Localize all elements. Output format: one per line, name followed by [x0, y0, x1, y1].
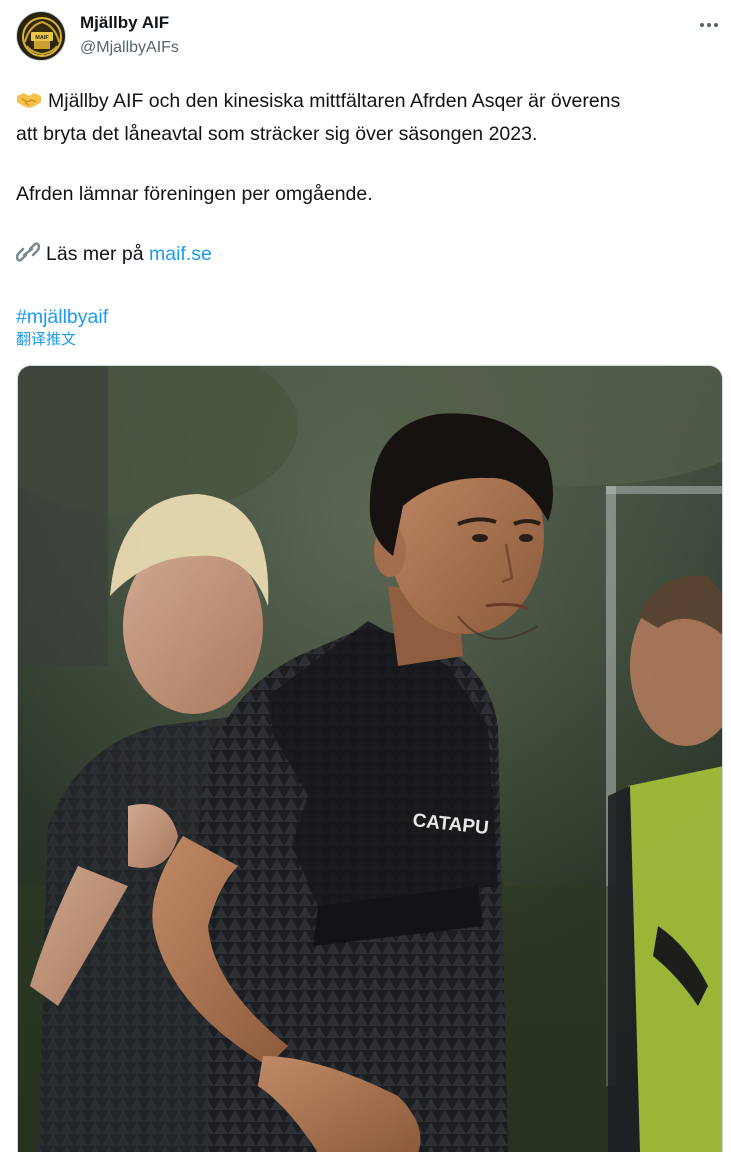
tweet-text-line-1: Mjällby AIF och den kinesiska mittfältar… [48, 90, 621, 112]
hashtag-link[interactable]: #mjällbyaif [16, 302, 716, 332]
svg-text:MAIF: MAIF [35, 35, 49, 41]
tweet-text-line-2: att bryta det låneavtal som sträcker sig… [16, 123, 538, 145]
author-name[interactable]: Mjällby AIF [80, 13, 169, 33]
photo-image: CATAPU [18, 366, 722, 1152]
handshake-icon [16, 89, 42, 119]
tweet-text: Mjällby AIF och den kinesiska mittfältar… [15, 86, 716, 332]
maif-link[interactable]: maif.se [149, 243, 212, 265]
tweet-line-1: Mjällby AIF och den kinesiska mittfältar… [16, 86, 716, 119]
author-handle[interactable]: @MjallbyAIFs [80, 39, 179, 57]
tweet-photo[interactable]: CATAPU [17, 365, 723, 1152]
club-crest-icon: MAIF [22, 17, 62, 57]
avatar[interactable]: MAIF [16, 11, 66, 61]
link-icon [15, 241, 41, 272]
link-prefix: Läs mer på [46, 243, 144, 265]
tweet-link-line: Läs mer på maif.se [15, 239, 716, 272]
translate-tweet-link[interactable]: 翻译推文 [16, 328, 76, 349]
tweet-header: MAIF Mjällby AIF @MjallbyAIFs [16, 11, 718, 63]
tweet-text-line-3: Afrden lämnar föreningen per omgående. [16, 183, 373, 205]
more-options-icon[interactable] [694, 13, 724, 37]
